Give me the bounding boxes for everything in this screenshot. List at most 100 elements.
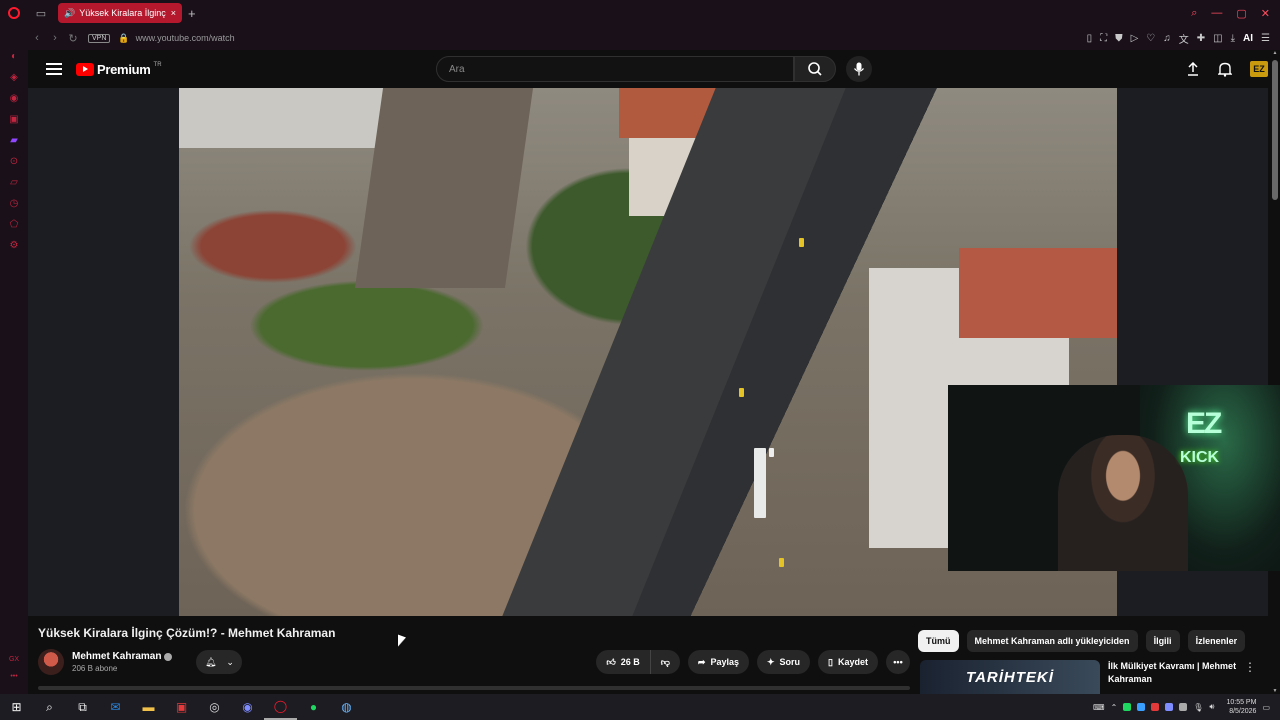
extension-icon[interactable]: ▯ bbox=[1087, 33, 1093, 44]
subscription-bell-button[interactable]: 🔔︎ ⌄ bbox=[196, 650, 243, 674]
discord-icon[interactable]: ◉ bbox=[231, 694, 264, 720]
download-icon[interactable]: ⤓ bbox=[1231, 33, 1235, 44]
aria-icon[interactable]: ◐ bbox=[8, 50, 20, 62]
recommended-thumbnail[interactable]: TARİHTEKİ bbox=[920, 660, 1100, 694]
opera-gx-icon[interactable]: ◯ bbox=[264, 694, 297, 720]
recommended-title[interactable]: İlk Mülkiyet Kavramı | Mehmet Kahraman bbox=[1108, 660, 1238, 694]
voice-search-button[interactable] bbox=[846, 56, 872, 82]
shield-icon[interactable]: ⛊ bbox=[1115, 33, 1123, 44]
sparkle-icon: ✦ bbox=[766, 656, 775, 667]
more-icon[interactable]: ••• bbox=[10, 673, 17, 680]
tray-app-icon[interactable] bbox=[1123, 703, 1132, 711]
upload-icon[interactable] bbox=[1186, 62, 1200, 76]
maximize-icon[interactable]: ▢ bbox=[1236, 7, 1246, 20]
channel-row: Mehmet Kahraman 206 B abone 🔔︎ ⌄ 👍︎ 26 B… bbox=[38, 646, 910, 678]
scroll-up-icon[interactable]: ▲ bbox=[1272, 50, 1278, 56]
chip-watched[interactable]: İzlenenler bbox=[1187, 630, 1246, 652]
car bbox=[769, 448, 774, 457]
outlook-icon[interactable]: ✉ bbox=[99, 694, 132, 720]
share-button[interactable]: ➦ Paylaş bbox=[687, 650, 749, 674]
like-button[interactable]: 👍︎ 26 B bbox=[596, 650, 651, 674]
new-tab-button[interactable]: + bbox=[188, 6, 196, 21]
channel-avatar[interactable] bbox=[38, 649, 64, 675]
channel-name[interactable]: Mehmet Kahraman bbox=[72, 651, 161, 662]
video-player[interactable]: EZ KICK bbox=[28, 88, 1280, 616]
save-button[interactable]: ▯ Kaydet bbox=[818, 650, 878, 674]
address-bar: ‹ › ↻ VPN 🔒 www.youtube.com/watch ▯ ⛶ ⛊ … bbox=[28, 26, 1280, 50]
share-label: Paylaş bbox=[710, 657, 739, 667]
subscriber-count: 206 B abone bbox=[72, 664, 118, 673]
search-button[interactable] bbox=[794, 56, 836, 82]
more-actions-button[interactable]: ••• bbox=[886, 650, 910, 674]
ai-button[interactable]: AI bbox=[1243, 33, 1253, 44]
menu-icon[interactable]: ☰ bbox=[1261, 33, 1270, 44]
channel-name-row[interactable]: Mehmet Kahraman bbox=[72, 651, 173, 662]
obs-icon[interactable]: ▣ bbox=[165, 694, 198, 720]
url-field[interactable]: www.youtube.com/watch bbox=[136, 33, 235, 43]
taxi bbox=[739, 388, 744, 397]
reload-icon[interactable]: ↻ bbox=[64, 32, 82, 45]
player-icon[interactable]: ⊙ bbox=[8, 155, 20, 167]
notifications-icon[interactable] bbox=[1218, 62, 1232, 77]
chip-from-uploader[interactable]: Mehmet Kahraman adlı yükleyiciden bbox=[966, 630, 1138, 652]
more-vertical-icon[interactable]: ⋮ bbox=[1244, 660, 1256, 694]
account-avatar[interactable]: EZ bbox=[1250, 61, 1268, 77]
music-icon[interactable]: ♫ bbox=[1163, 33, 1171, 44]
bookmarks-icon[interactable]: ▱ bbox=[8, 176, 20, 188]
pinboard-icon[interactable]: ⬠ bbox=[8, 218, 20, 230]
file-explorer-icon[interactable]: ▬ bbox=[132, 694, 165, 720]
opera-logo-icon[interactable] bbox=[0, 0, 28, 26]
play-icon[interactable]: ▷ bbox=[1131, 33, 1139, 44]
app-icon[interactable]: ◍ bbox=[330, 694, 363, 720]
heart-icon[interactable]: ♡ bbox=[1146, 33, 1155, 44]
lock-icon[interactable]: 🔒 bbox=[118, 33, 129, 44]
microphone-icon[interactable]: 🎙︎ bbox=[1193, 703, 1203, 712]
tray-chevron-icon[interactable]: ⌃ bbox=[1111, 703, 1118, 712]
guide-menu-icon[interactable] bbox=[46, 63, 62, 75]
recommended-video[interactable]: TARİHTEKİ İlk Mülkiyet Kavramı | Mehmet … bbox=[920, 660, 1260, 694]
task-view-icon[interactable]: ⧉ bbox=[66, 694, 99, 720]
youtube-logo[interactable]: Premium TR bbox=[76, 62, 162, 77]
page-scrollbar[interactable]: ▲ ▼ bbox=[1272, 50, 1278, 694]
tab-close-icon[interactable]: × bbox=[171, 8, 176, 18]
youtube-header: Premium TR Ara EZ bbox=[28, 50, 1268, 88]
snapshot-icon[interactable]: ⛶ bbox=[1100, 33, 1107, 44]
dislike-button[interactable]: 👎︎ bbox=[650, 650, 680, 674]
search-input[interactable]: Ara bbox=[436, 56, 794, 82]
tab-youtube[interactable]: 🔊 Yüksek Kiralara İlginç Ç × bbox=[58, 3, 182, 23]
tray-app-icon[interactable] bbox=[1179, 703, 1188, 711]
save-label: Kaydet bbox=[837, 657, 868, 667]
puzzle-icon[interactable]: ✚ bbox=[1197, 33, 1205, 44]
messenger-icon[interactable]: ◈ bbox=[8, 71, 20, 83]
notification-center-icon[interactable]: ▭ bbox=[1262, 703, 1270, 712]
settings-icon[interactable]: ⚙ bbox=[8, 239, 20, 251]
tab-menu-icon[interactable]: ▭ bbox=[28, 0, 54, 26]
spotify-icon[interactable]: ● bbox=[297, 694, 330, 720]
translate-icon[interactable]: 文 bbox=[1179, 31, 1189, 46]
whatsapp-icon[interactable]: ◉ bbox=[8, 92, 20, 104]
chip-all[interactable]: Tümü bbox=[918, 630, 959, 652]
ask-button[interactable]: ✦ Soru bbox=[756, 650, 811, 674]
scrollbar-thumb[interactable] bbox=[1272, 60, 1278, 200]
volume-icon[interactable]: 🔊︎ bbox=[1209, 702, 1214, 712]
tray-app-icon[interactable] bbox=[1137, 703, 1146, 711]
wallet-icon[interactable]: ◫ bbox=[1213, 33, 1222, 44]
search-tabs-icon[interactable]: ⌕ bbox=[1191, 7, 1197, 20]
instagram-icon[interactable]: ▣ bbox=[8, 113, 20, 125]
system-clock[interactable]: 10:55 PM 8/5/2026 bbox=[1226, 698, 1256, 716]
minimize-icon[interactable]: — bbox=[1211, 7, 1222, 20]
tray-app-icon[interactable] bbox=[1165, 703, 1174, 711]
windows-start-icon[interactable]: ⊞ bbox=[0, 694, 33, 720]
history-icon[interactable]: ◷ bbox=[8, 197, 20, 209]
twitch-icon[interactable]: ▰ bbox=[8, 134, 20, 146]
back-icon[interactable]: ‹ bbox=[28, 32, 46, 44]
tray-app-icon[interactable] bbox=[1151, 703, 1160, 711]
keyboard-icon[interactable]: ⌨ bbox=[1093, 703, 1105, 712]
chrome-icon[interactable]: ◎ bbox=[198, 694, 231, 720]
gx-icon[interactable]: GX bbox=[9, 656, 19, 663]
chip-related[interactable]: İlgili bbox=[1145, 630, 1180, 652]
close-window-icon[interactable]: ✕ bbox=[1261, 7, 1270, 20]
taskbar-search-icon[interactable]: ⌕ bbox=[33, 694, 66, 720]
forward-icon[interactable]: › bbox=[46, 32, 64, 44]
vpn-badge[interactable]: VPN bbox=[88, 33, 111, 43]
